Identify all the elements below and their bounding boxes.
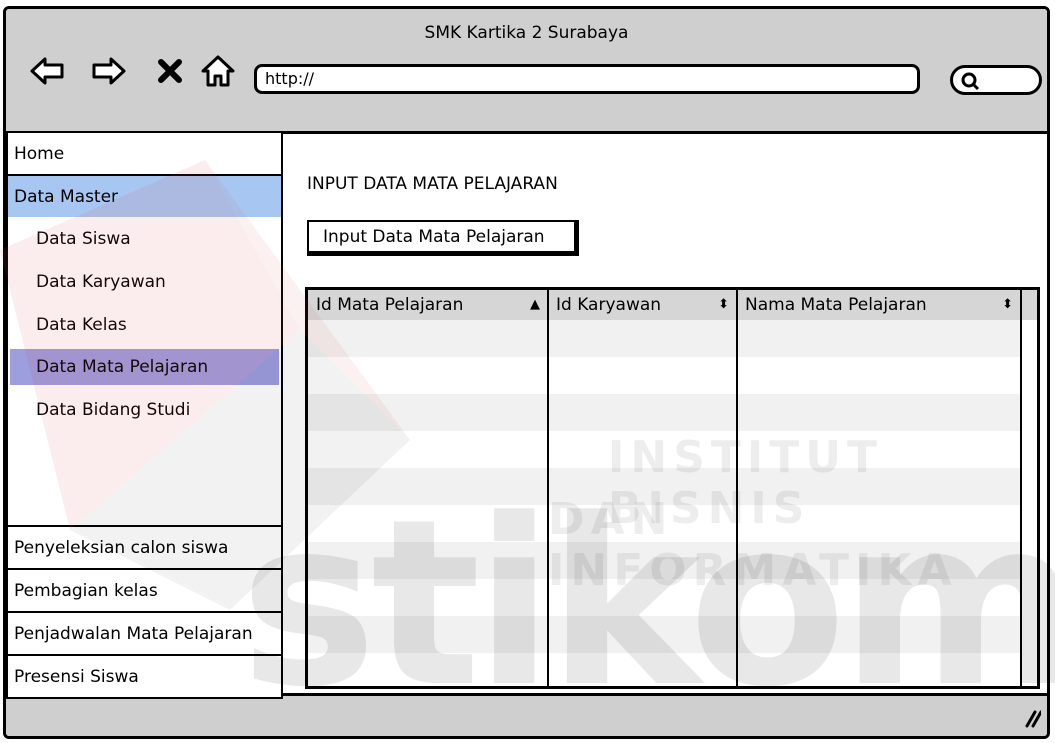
search-field[interactable]	[950, 65, 1042, 95]
column-header-nama-mata-pelajaran[interactable]: Nama Mata Pelajaran ⬍	[737, 290, 1021, 320]
sidebar-item-label: Pembagian kelas	[14, 580, 158, 601]
sidebar-item-data-master[interactable]: Data Master	[6, 174, 283, 219]
back-icon[interactable]	[28, 53, 66, 89]
submenu-item-label: Data Karyawan	[36, 272, 166, 292]
sidebar-item-penjadwalan[interactable]: Penjadwalan Mata Pelajaran	[6, 611, 283, 656]
submenu-item-data-mata-pelajaran[interactable]: Data Mata Pelajaran	[10, 349, 279, 385]
window-title: SMK Kartika 2 Surabaya	[424, 23, 629, 43]
sidebar-item-label: Penyeleksian calon siswa	[14, 537, 229, 558]
stop-icon[interactable]	[151, 53, 189, 89]
table-row-stripe	[308, 320, 1037, 357]
sort-icon[interactable]: ⬍	[1002, 297, 1013, 312]
table-scrollbar[interactable]	[1022, 320, 1037, 686]
table-header: Id Mata Pelajaran ▲ Id Karyawan ⬍ Nama M…	[308, 290, 1037, 320]
input-data-button[interactable]: Input Data Mata Pelajaran	[307, 220, 579, 256]
column-divider	[547, 290, 549, 686]
sidebar-item-home[interactable]: Home	[6, 131, 283, 176]
submenu-item-data-karyawan[interactable]: Data Karyawan	[10, 264, 279, 300]
submenu-item-label: Data Kelas	[36, 315, 127, 335]
sort-ascending-icon[interactable]: ▲	[530, 297, 540, 312]
sort-icon[interactable]: ⬍	[718, 297, 729, 312]
column-header-id-karyawan[interactable]: Id Karyawan ⬍	[548, 290, 737, 320]
sidebar-item-pembagian-kelas[interactable]: Pembagian kelas	[6, 568, 283, 613]
table-row-stripe	[308, 616, 1037, 653]
data-master-submenu: Data Siswa Data Karyawan Data Kelas Data…	[6, 217, 283, 527]
sidebar-item-presensi[interactable]: Presensi Siswa	[6, 654, 283, 699]
table-row-stripe	[308, 468, 1037, 505]
forward-icon[interactable]	[90, 53, 128, 89]
browser-toolbar: SMK Kartika 2 Surabaya http://	[6, 9, 1047, 134]
sidebar-item-penyeleksian[interactable]: Penyeleksian calon siswa	[6, 525, 283, 570]
url-field[interactable]: http://	[254, 64, 920, 94]
column-header-id-mata-pelajaran[interactable]: Id Mata Pelajaran ▲	[308, 290, 548, 320]
status-bar	[6, 693, 1047, 736]
column-divider	[736, 290, 738, 686]
submenu-item-label: Data Bidang Studi	[36, 400, 191, 420]
page-title: INPUT DATA MATA PELAJARAN	[307, 174, 558, 194]
home-icon[interactable]	[199, 53, 237, 89]
sidebar-item-label: Home	[14, 143, 65, 164]
column-header-label: Nama Mata Pelajaran	[745, 295, 927, 315]
table-row-stripe	[308, 542, 1037, 579]
submenu-item-data-kelas[interactable]: Data Kelas	[10, 307, 279, 343]
column-header-label: Id Karyawan	[556, 295, 662, 315]
submenu-item-label: Data Siswa	[36, 229, 131, 249]
sidebar-item-label: Data Master	[14, 186, 119, 207]
data-table: Id Mata Pelajaran ▲ Id Karyawan ⬍ Nama M…	[305, 287, 1040, 689]
submenu-item-data-siswa[interactable]: Data Siswa	[10, 221, 279, 257]
table-row-stripe	[308, 394, 1037, 431]
submenu-item-data-bidang-studi[interactable]: Data Bidang Studi	[10, 392, 279, 428]
column-header-label: Id Mata Pelajaran	[316, 295, 464, 315]
submenu-item-label: Data Mata Pelajaran	[36, 357, 209, 377]
resize-handle-icon[interactable]	[1019, 706, 1043, 732]
search-icon	[961, 72, 980, 91]
sidebar-item-label: Penjadwalan Mata Pelajaran	[14, 623, 253, 644]
sidebar-item-label: Presensi Siswa	[14, 666, 139, 687]
